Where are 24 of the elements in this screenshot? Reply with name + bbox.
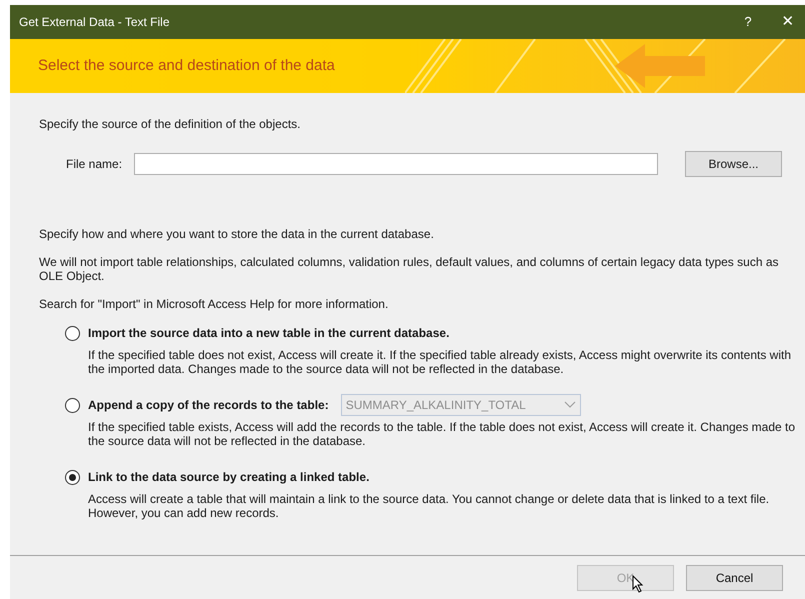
option-label[interactable]: Import the source data into a new table in the current database. — [88, 324, 450, 342]
chevron-down-icon — [564, 401, 576, 409]
option-label[interactable]: Append a copy of the records to the table: — [88, 396, 329, 414]
banner-heading: Select the source and destination of the data — [38, 56, 335, 76]
browse-button[interactable]: Browse... — [685, 151, 782, 177]
source-intro: Specify the source of the definition of the objects. — [39, 116, 302, 133]
help-note: Search for "Import" in Microsoft Access Help for more information. — [39, 296, 390, 313]
radio-button[interactable] — [65, 398, 80, 412]
option-label[interactable]: Link to the data source by creating a linked table. — [88, 468, 370, 486]
radio-button[interactable] — [65, 326, 80, 340]
import-note: We will not import table relationships, calculated columns, validation rules, default values, and columns of certain legacy data types such as OLE Object. — [39, 255, 780, 283]
close-button[interactable]: ✕ — [773, 10, 803, 34]
file-name-field[interactable] — [134, 153, 658, 175]
dialog-button[interactable]: Cancel — [686, 564, 783, 590]
option-description: Access will create a table that will maintain a link to the source data. You cannot change or delete data that is linked to a text file. However, you can add new records. — [88, 492, 770, 520]
file-name-label: File name: — [66, 156, 124, 173]
help-button[interactable]: ? — [733, 12, 763, 32]
dropdown-value: SUMMARY_ALKALINITY_TOTAL — [344, 397, 527, 414]
option-description: If the specified table does not exist, Access will create it. If the specified table already exists, Access might overwrite its contents with the imported data. Changes made to the source data will not be reflected in the database. — [88, 348, 792, 376]
window-title: Get External Data - Text File — [19, 14, 171, 31]
radio-button[interactable] — [65, 470, 80, 484]
option-description: If the specified table exists, Access will add the records to the table. If the table does not exist, Access will create it. Changes made to the source data will not be reflected in the database. — [88, 420, 796, 448]
mouse-cursor-icon — [632, 574, 644, 592]
destination-intro: Specify how and where you want to store the data in the current database. — [39, 226, 435, 243]
